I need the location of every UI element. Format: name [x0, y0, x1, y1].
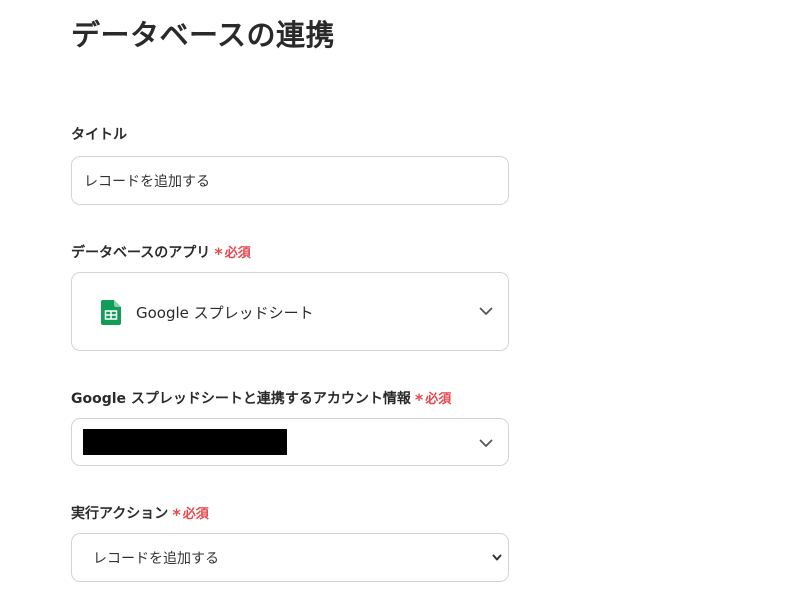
selected-app-name: Google スプレッドシート: [136, 304, 314, 322]
title-input[interactable]: レコードを追加する: [71, 156, 509, 205]
database-integration-page: データベースの連携 タイトル レコードを追加する データベースのアプリ * 必須 G…: [0, 0, 790, 598]
required-asterisk-icon: *: [214, 244, 223, 263]
required-badge: * 必須: [172, 505, 209, 524]
title-input-value: レコードを追加する: [84, 174, 210, 190]
action-label-text: 実行アクション: [71, 506, 169, 522]
chevron-down-icon: [479, 439, 493, 447]
database-app-label-text: データベースのアプリ: [71, 245, 211, 261]
required-badge-text: 必須: [224, 246, 251, 261]
required-asterisk-icon: *: [414, 390, 424, 409]
action-select-value: レコードを追加する: [93, 551, 219, 567]
account-label: Google スプレッドシートと連携するアカウント情報 * 必須: [71, 388, 451, 410]
required-badge-text: 必須: [425, 392, 452, 407]
database-app-label: データベースのアプリ * 必須: [71, 242, 251, 264]
title-field-label-text: タイトル: [71, 127, 127, 143]
page-title: データベースの連携: [71, 18, 336, 52]
required-asterisk-icon: *: [172, 505, 181, 524]
account-label-text: Google スプレッドシートと連携するアカウント情報: [71, 391, 411, 407]
required-badge-text: 必須: [182, 507, 209, 522]
required-badge: * 必須: [414, 390, 452, 409]
chevron-down-icon: [492, 554, 502, 561]
action-label: 実行アクション * 必須: [71, 503, 209, 525]
chevron-down-icon: [479, 307, 493, 315]
required-badge: * 必須: [214, 244, 251, 263]
redacted-account-value: [83, 429, 287, 455]
title-field-label: タイトル: [71, 125, 127, 145]
google-sheets-icon: [101, 300, 121, 325]
account-select[interactable]: [71, 418, 509, 466]
database-app-select[interactable]: Google スプレッドシート: [71, 272, 509, 351]
action-select[interactable]: レコードを追加する: [71, 533, 509, 582]
